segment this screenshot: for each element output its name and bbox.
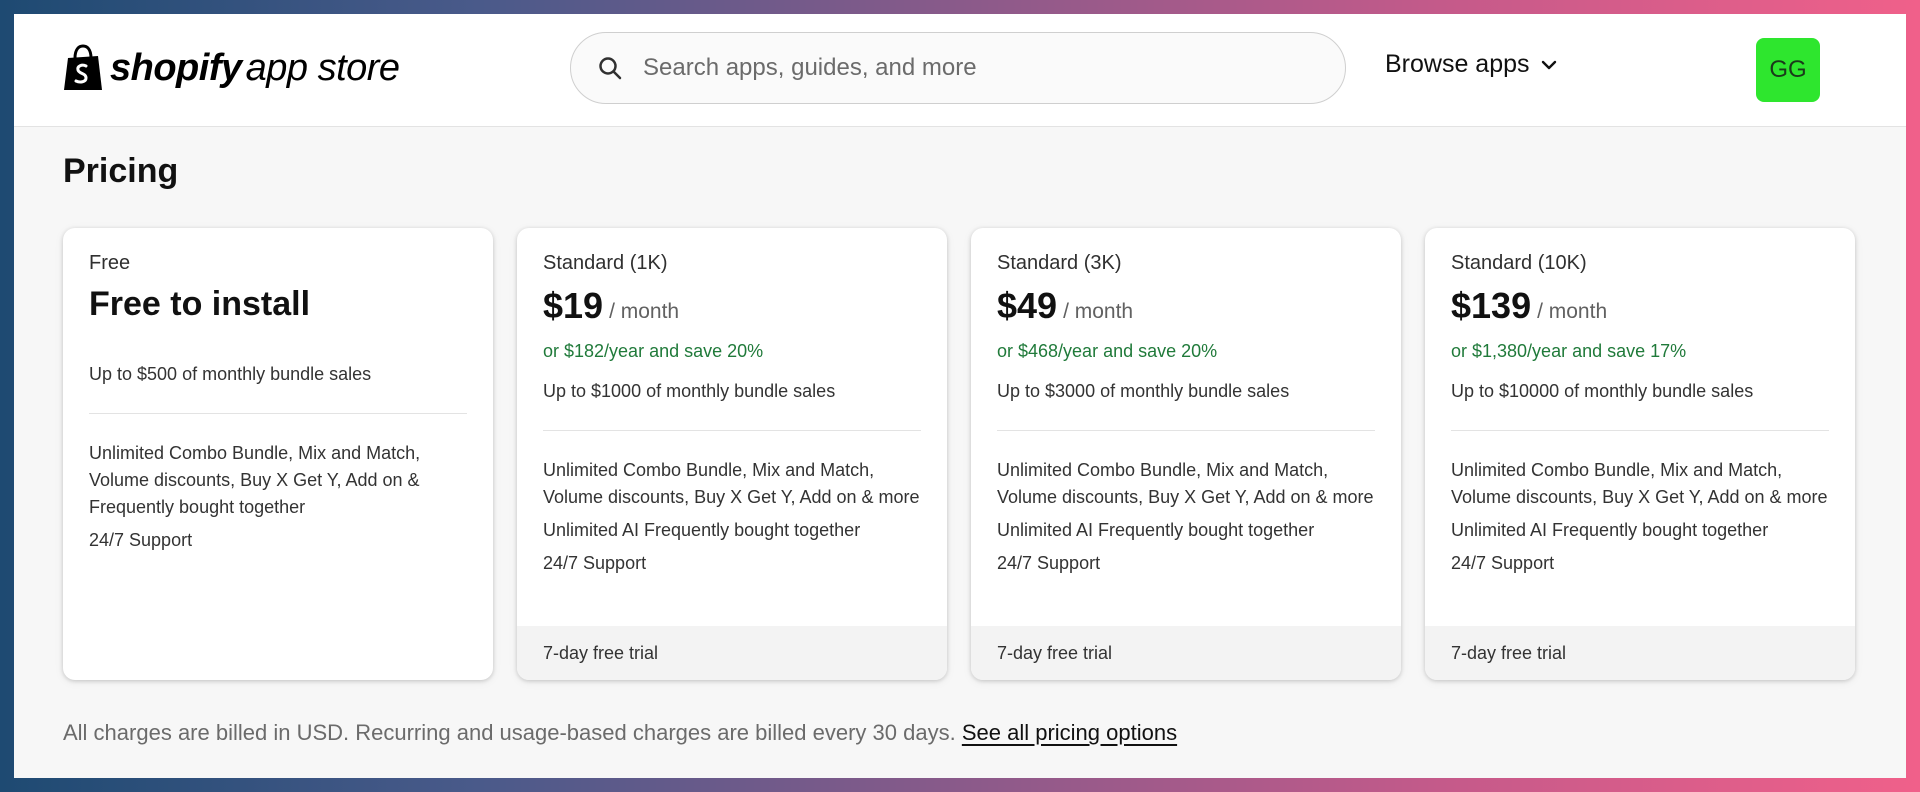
plan-name: Standard (10K) (1451, 252, 1587, 274)
shopping-bag-icon (64, 44, 102, 90)
plan-price: $19 (543, 285, 604, 326)
plan-features: Unlimited Combo Bundle, Mix and Match, V… (89, 440, 467, 554)
pricing-card-free: Free Free to install Up to $500 of month… (63, 228, 493, 680)
plan-name: Standard (3K) (997, 252, 1122, 274)
plan-limit: Up to $10000 of monthly bundle sales (1451, 381, 1754, 401)
pricing-card-standard-1k: Standard (1K) $19 / month or $182/year a… (517, 228, 947, 680)
chevron-down-icon (1541, 60, 1556, 69)
top-header: shopifyapp store Browse apps GG (14, 14, 1906, 127)
browse-apps-button[interactable]: Browse apps (1385, 50, 1558, 79)
trial-banner: 7-day free trial (1425, 626, 1855, 680)
plan-price: $139 (1451, 285, 1532, 326)
feature-item: Unlimited AI Frequently bought together (1451, 520, 1769, 540)
plan-period: / month (1063, 300, 1134, 323)
divider (1451, 430, 1829, 431)
feature-item: Unlimited Combo Bundle, Mix and Match, V… (89, 443, 421, 517)
feature-item: 24/7 Support (1451, 553, 1555, 573)
plan-features: Unlimited Combo Bundle, Mix and Match, V… (997, 457, 1375, 577)
feature-item: Unlimited Combo Bundle, Mix and Match, V… (543, 460, 920, 507)
trial-banner: 7-day free trial (971, 626, 1401, 680)
feature-item: 24/7 Support (543, 553, 647, 573)
see-all-pricing-link[interactable]: See all pricing options (962, 720, 1177, 745)
pricing-title: Pricing (63, 152, 179, 190)
plan-period: / month (1537, 300, 1608, 323)
plan-limit: Up to $500 of monthly bundle sales (89, 364, 372, 384)
pricing-cards: Free Free to install Up to $500 of month… (63, 228, 1855, 680)
plan-name: Free (89, 252, 131, 274)
feature-item: 24/7 Support (89, 530, 193, 550)
billing-note: All charges are billed in USD. Recurring… (63, 720, 1177, 746)
search-icon (599, 57, 622, 80)
feature-item: Unlimited AI Frequently bought together (543, 520, 861, 540)
divider (89, 413, 467, 414)
plan-limit: Up to $3000 of monthly bundle sales (997, 381, 1290, 401)
feature-item: Unlimited Combo Bundle, Mix and Match, V… (1451, 460, 1828, 507)
plan-features: Unlimited Combo Bundle, Mix and Match, V… (543, 457, 921, 577)
app-store-page: shopifyapp store Browse apps GG Pricing … (14, 14, 1906, 778)
plan-limit: Up to $1000 of monthly bundle sales (543, 381, 836, 401)
price-row: $139 / month (1451, 285, 1829, 327)
browse-apps-label: Browse apps (1385, 50, 1530, 78)
shopify-logo[interactable]: shopify app store (62, 44, 400, 92)
feature-item: Unlimited Combo Bundle, Mix and Match, V… (997, 460, 1374, 507)
annual-price: or $182/year and save 20% (543, 341, 764, 361)
logo-text-light: app store (245, 46, 400, 89)
plan-name: Standard (1K) (543, 252, 668, 274)
search-input[interactable] (641, 53, 1285, 83)
pricing-card-standard-3k: Standard (3K) $49 / month or $468/year a… (971, 228, 1401, 680)
annual-price: or $1,380/year and save 17% (1451, 341, 1687, 361)
divider (543, 430, 921, 431)
pricing-card-standard-10k: Standard (10K) $139 / month or $1,380/ye… (1425, 228, 1855, 680)
plan-headline: Free to install (89, 285, 311, 323)
price-row: $19 / month (543, 285, 921, 327)
divider (997, 430, 1375, 431)
feature-item: Unlimited AI Frequently bought together (997, 520, 1315, 540)
trial-banner: 7-day free trial (517, 626, 947, 680)
search-bar[interactable] (570, 32, 1346, 104)
plan-features: Unlimited Combo Bundle, Mix and Match, V… (1451, 457, 1829, 577)
logo-wordmark: shopify app store (110, 47, 400, 90)
plan-price: $49 (997, 285, 1058, 326)
plan-period: / month (609, 300, 680, 323)
price-row: $49 / month (997, 285, 1375, 327)
billing-note-text: All charges are billed in USD. Recurring… (63, 720, 956, 745)
avatar[interactable]: GG (1756, 38, 1820, 102)
feature-item: 24/7 Support (997, 553, 1101, 573)
logo-text-bold: shopify (110, 46, 242, 89)
annual-price: or $468/year and save 20% (997, 341, 1218, 361)
